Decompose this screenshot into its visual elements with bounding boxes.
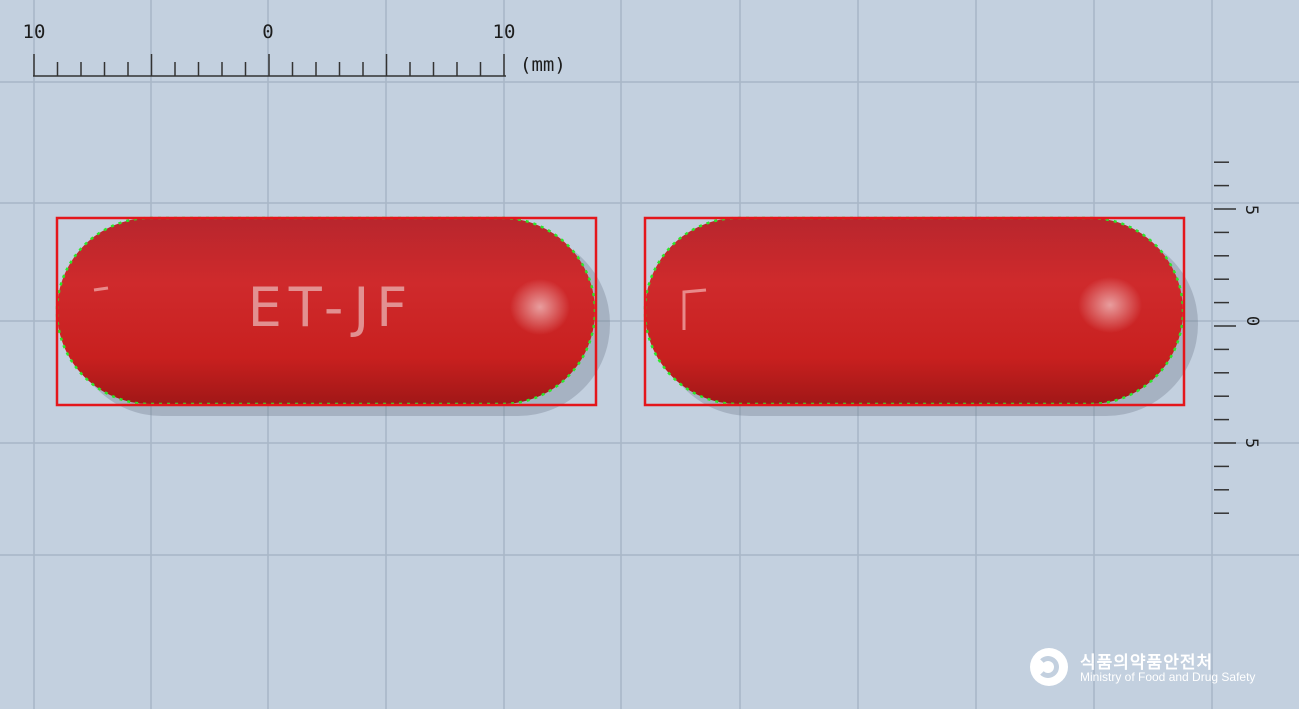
side-ruler: 5 0 5 — [1214, 161, 1262, 514]
side-ruler-ticks — [1214, 161, 1236, 514]
top-ruler-unit-label: (mm) — [520, 54, 566, 76]
pill-photo: 10 0 10 (mm) 5 0 5 ET-JF — [0, 0, 1299, 709]
top-ruler-center-label: 0 — [262, 21, 273, 43]
side-ruler-center-label: 0 — [1242, 316, 1262, 326]
mfds-logo: 식품의약품안전처 Ministry of Food and Drug Safet… — [1030, 646, 1280, 690]
pill-front: ET-JF — [55, 216, 610, 416]
pill-imprint: ET-JF — [248, 276, 415, 339]
pill-back — [643, 216, 1198, 416]
pill-highlight — [1078, 277, 1142, 333]
side-ruler-upper-label: 5 — [1241, 205, 1261, 215]
side-ruler-lower-label: 5 — [1241, 438, 1261, 448]
top-ruler-ticks — [33, 54, 505, 76]
top-ruler-left-label: 10 — [23, 21, 46, 43]
logo-english-name: Ministry of Food and Drug Safety — [1080, 670, 1256, 684]
top-ruler: 10 0 10 (mm) — [23, 21, 566, 77]
mfds-emblem-icon — [1030, 648, 1068, 686]
pill-highlight — [510, 279, 570, 335]
top-ruler-right-label: 10 — [493, 21, 516, 43]
